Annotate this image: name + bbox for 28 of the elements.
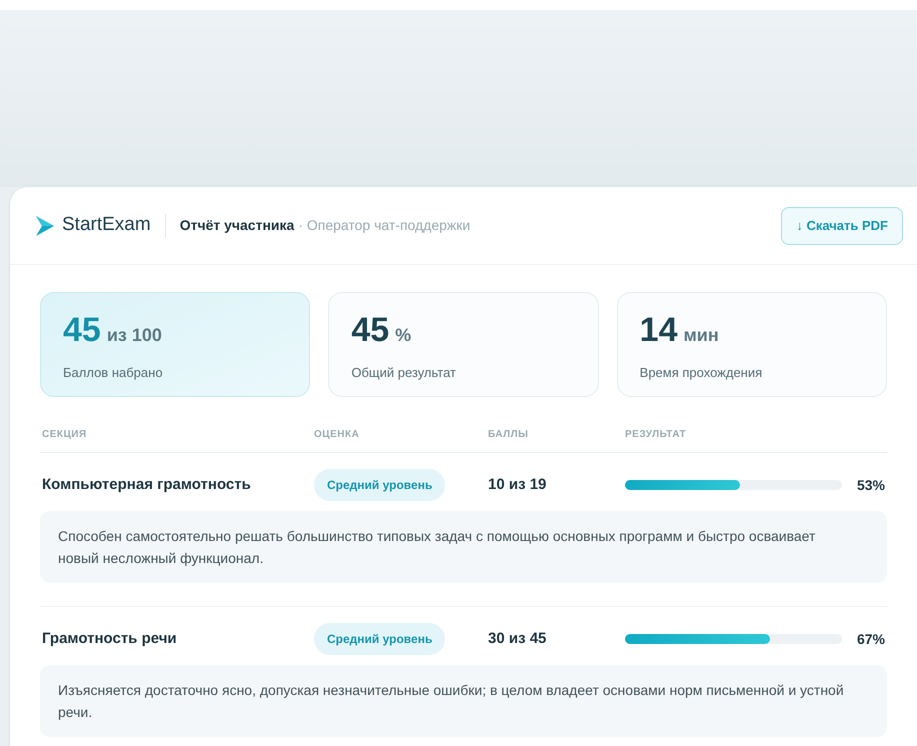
result-percent: 53% [856, 476, 885, 494]
download-pdf-button[interactable]: ↓ Скачать PDF [781, 206, 903, 244]
stat-value: 14 [640, 313, 678, 347]
logo-icon [34, 214, 56, 238]
section-name: Грамотность речи [42, 628, 178, 649]
grade-badge: Средний уровень [314, 623, 446, 655]
column-header: СЕКЦИЯ [42, 428, 88, 442]
report-subtitle: · Оператор чат-поддержки [298, 216, 470, 235]
section-description: Способен самостоятельно решать большинство типовых задач с помощью основных программ и быстро осваивает новый несложный функционал. [40, 511, 887, 583]
stat-label: Общий результат [351, 364, 457, 382]
stat-label: Баллов набрано [63, 364, 164, 382]
column-header: РЕЗУЛЬТАТ [625, 428, 688, 442]
brand-name: StartExam [62, 213, 151, 238]
section-description: Изъясняется достаточно ясно, допуская незначительные ошибки; в целом владеет основами норм письменной и устной речи. [40, 665, 887, 737]
result-percent: 67% [856, 630, 885, 648]
stat-unit: % [395, 324, 412, 347]
stat-value: 45 [351, 313, 390, 347]
report-title: Отчёт участника [180, 216, 294, 235]
grade-badge: Средний уровень [314, 469, 446, 501]
stat-unit: мин [683, 324, 719, 347]
stat-unit: из 100 [106, 324, 162, 347]
section-name: Компьютерная грамотность [42, 474, 252, 495]
points-value: 10 из 19 [488, 474, 548, 495]
column-header: БАЛЛЫ [488, 428, 530, 442]
stat-label: Время прохождения [640, 364, 764, 382]
stat-value: 45 [63, 313, 101, 347]
column-header: ОЦЕНКА [314, 428, 360, 442]
points-value: 30 из 45 [488, 628, 548, 649]
